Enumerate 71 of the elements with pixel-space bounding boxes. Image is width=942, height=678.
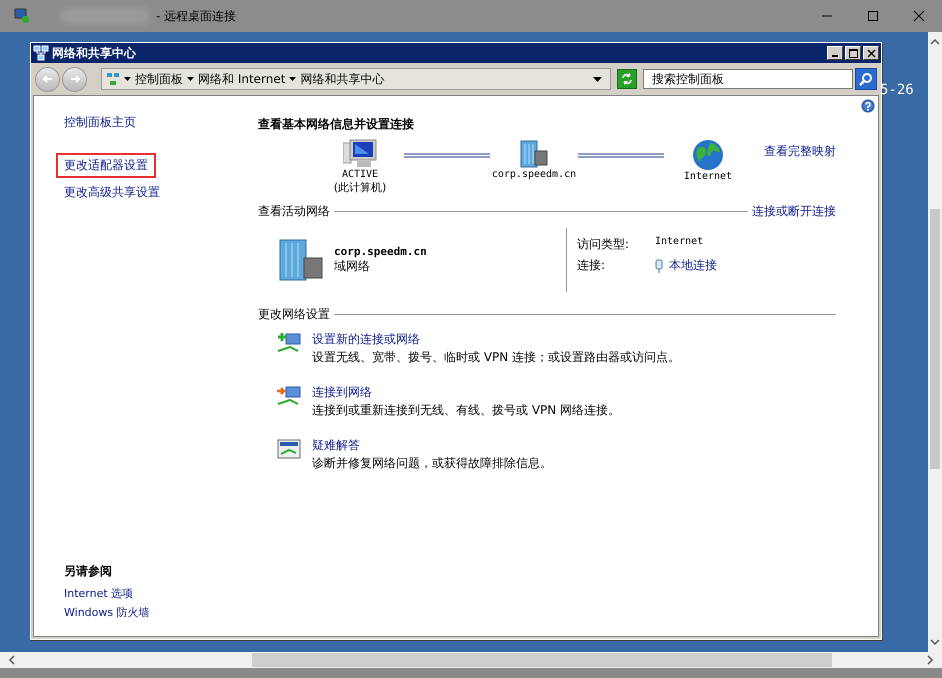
caret-icon[interactable] xyxy=(124,77,131,81)
property-label: 访问类型: xyxy=(577,236,630,253)
search-button[interactable] xyxy=(855,68,877,90)
computer-icon xyxy=(343,139,377,169)
network-name: corp.speedm.cn xyxy=(334,245,427,258)
scroll-down-icon[interactable] xyxy=(930,638,940,646)
property-value: Internet xyxy=(655,236,704,249)
caret-icon[interactable] xyxy=(187,77,194,81)
sidebar-link[interactable]: Windows 防火墙 xyxy=(64,605,150,620)
network-type: 域网络 xyxy=(334,258,371,275)
section-title: 另请参阅 xyxy=(64,563,112,580)
network-add-icon xyxy=(276,331,302,355)
task-description: 连接到或重新连接到无线、有线、拨号或 VPN 网络连接。 xyxy=(312,402,620,419)
network-adapter-icon xyxy=(655,258,663,272)
sidebar-link[interactable]: 更改高级共享设置 xyxy=(56,180,168,205)
close-icon xyxy=(866,48,876,58)
section-title: 查看活动网络 xyxy=(258,203,330,220)
node-label: Internet xyxy=(684,171,732,182)
minimize-button[interactable] xyxy=(827,46,843,60)
minimize-icon xyxy=(832,54,838,56)
view-full-map-link[interactable]: 查看完整映射 xyxy=(764,143,836,160)
forward-arrow-icon xyxy=(68,73,80,85)
back-arrow-icon xyxy=(42,73,54,85)
sidebar-link[interactable]: Internet 选项 xyxy=(64,586,134,601)
window-title: 网络和共享中心 xyxy=(52,44,136,62)
node-label: (此计算机) xyxy=(334,180,386,195)
property-label: 连接: xyxy=(577,257,606,274)
sidebar-link[interactable]: 更改适配器设置 xyxy=(56,153,156,178)
address-field[interactable]: 控制面板 网络和 Internet 网络和共享中心 xyxy=(101,68,611,90)
caret-icon[interactable] xyxy=(289,77,296,81)
task-description: 诊断并修复网络问题，或获得故障排除信息。 xyxy=(312,455,552,472)
vertical-scrollbar[interactable] xyxy=(928,32,942,652)
network-icon xyxy=(33,45,49,61)
close-icon xyxy=(913,10,925,22)
help-icon[interactable] xyxy=(861,99,875,113)
back-button[interactable] xyxy=(35,66,60,92)
scroll-left-icon[interactable] xyxy=(8,655,16,665)
diagnostics-icon xyxy=(276,437,302,461)
task-description: 设置无线、宽带、拨号、临时或 VPN 连接；或设置路由器或访问点。 xyxy=(312,349,680,366)
search-icon xyxy=(859,72,873,86)
node-label: ACTIVE xyxy=(342,169,378,180)
scroll-right-icon[interactable] xyxy=(926,655,934,665)
sidebar-link[interactable]: 控制面板主页 xyxy=(56,110,144,135)
page-heading: 查看基本网络信息并设置连接 xyxy=(258,117,414,131)
section-title: 更改网络设置 xyxy=(258,306,330,323)
node-label: corp.speedm.cn xyxy=(492,169,576,180)
network-icon xyxy=(106,72,120,86)
breadcrumb[interactable]: 网络和 Internet xyxy=(198,70,286,88)
dropdown-icon[interactable] xyxy=(593,76,602,82)
breadcrumb[interactable]: 网络和共享中心 xyxy=(300,70,384,88)
close-button[interactable] xyxy=(863,46,879,60)
task-link[interactable]: 疑难解答 xyxy=(312,437,552,454)
task-link[interactable]: 连接到网络 xyxy=(312,384,620,401)
connect-disconnect-link[interactable]: 连接或断开连接 xyxy=(752,203,836,220)
horizontal-scrollbar[interactable] xyxy=(0,652,942,668)
maximize-icon xyxy=(867,10,879,22)
maximize-button[interactable] xyxy=(845,46,861,60)
search-field[interactable]: 搜索控制面板 xyxy=(643,69,853,89)
network-connect-icon xyxy=(276,384,302,408)
breadcrumb[interactable]: 控制面板 xyxy=(135,70,183,88)
refresh-icon xyxy=(621,73,633,85)
background-text: 5-26 xyxy=(880,82,914,98)
globe-icon xyxy=(692,139,724,171)
scroll-up-icon[interactable] xyxy=(930,38,940,46)
window-title: - 远程桌面连接 xyxy=(156,8,236,24)
task-link[interactable]: 设置新的连接或网络 xyxy=(312,331,680,348)
local-connection-link[interactable]: 本地连接 xyxy=(669,257,717,274)
forward-button[interactable] xyxy=(62,66,87,92)
refresh-button[interactable] xyxy=(617,69,637,89)
remote-desktop-icon xyxy=(14,8,30,24)
maximize-icon xyxy=(848,48,858,58)
